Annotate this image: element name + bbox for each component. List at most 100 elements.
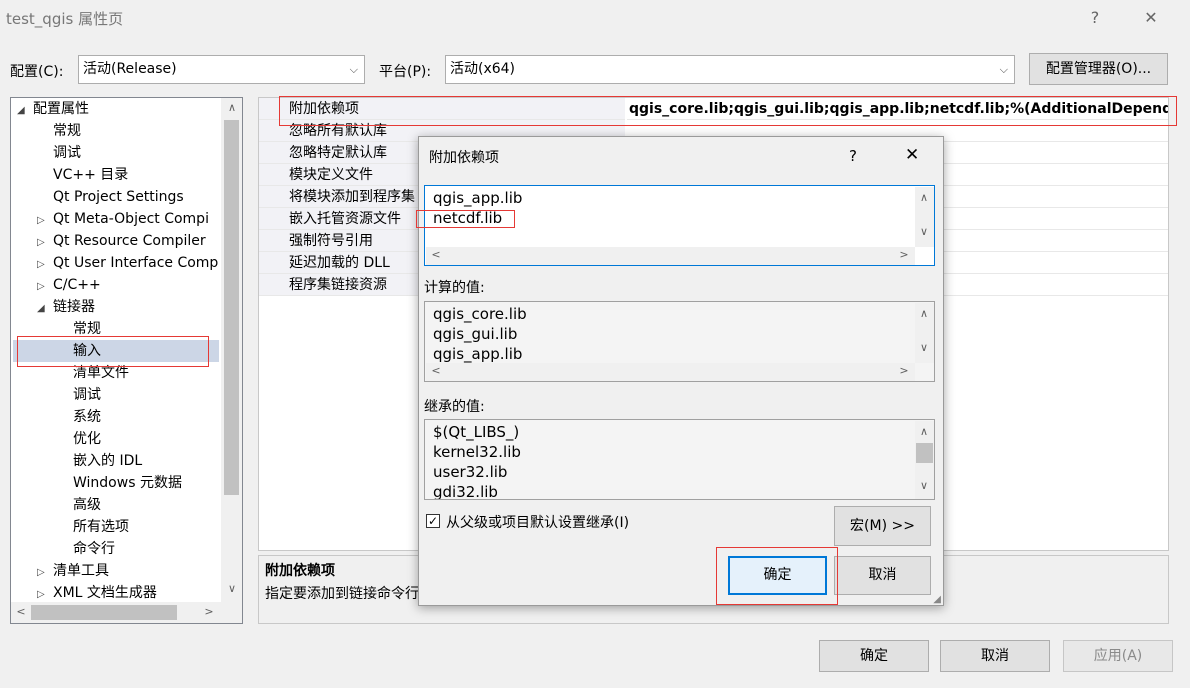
collapse-icon[interactable]: ◢: [37, 298, 53, 320]
chevron-up-icon[interactable]: ∧: [916, 425, 932, 438]
tree-item[interactable]: 优化: [57, 428, 101, 450]
tree-hscrollbar[interactable]: < >: [11, 602, 242, 623]
tree-vscrollbar[interactable]: ∧ ∨: [221, 98, 242, 602]
resize-grip-icon[interactable]: ◢: [933, 594, 941, 605]
computed-label: 计算的值:: [424, 280, 485, 296]
dialog-cancel-button[interactable]: 取消: [834, 556, 931, 595]
chevron-down-icon[interactable]: ∨: [916, 225, 932, 238]
expand-icon[interactable]: ▷: [37, 276, 53, 298]
inherited-label: 继承的值:: [424, 399, 485, 415]
tree-item[interactable]: ▷ Qt Meta-Object Compi: [37, 208, 209, 230]
inherit-checkbox[interactable]: ✓: [426, 514, 440, 528]
highlight-box: [17, 336, 209, 367]
tree-item[interactable]: 高级: [57, 494, 101, 516]
tree-item[interactable]: ▷ Qt User Interface Comp: [37, 252, 218, 274]
tree-item-label: 嵌入的 IDL: [73, 453, 143, 469]
config-manager-button[interactable]: 配置管理器(O)...: [1029, 53, 1168, 85]
tree-item[interactable]: 所有选项: [57, 516, 129, 538]
tree-item-label: 所有选项: [73, 519, 129, 535]
tree-item-label: Qt Project Settings: [53, 189, 184, 205]
expand-icon[interactable]: ▷: [37, 210, 53, 232]
tree-item-label: 常规: [73, 321, 101, 337]
scroll-thumb[interactable]: [31, 605, 177, 620]
ok-button[interactable]: 确定: [819, 640, 929, 672]
highlight-box: [279, 96, 1177, 126]
tree-item[interactable]: Windows 元数据: [57, 472, 182, 494]
tree-item-label: VC++ 目录: [53, 167, 129, 183]
tree-item-label: Qt User Interface Comp: [53, 255, 219, 271]
chevron-right-icon[interactable]: >: [201, 605, 217, 618]
macro-button[interactable]: 宏(M) >>: [834, 506, 931, 546]
edit-hscrollbar[interactable]: < >: [426, 247, 915, 265]
window-title: test_qgis 属性页: [6, 10, 124, 28]
platform-label: 平台(P):: [379, 64, 432, 80]
tree-item-label: C/C++: [53, 277, 101, 293]
platform-value: 活动(x64): [450, 61, 516, 77]
tree-item[interactable]: ▷ C/C++: [37, 274, 101, 296]
tree-item[interactable]: 命令行: [57, 538, 115, 560]
additional-dependencies-dialog: 附加依赖项 ? ✕ qgis_app.lib netcdf.lib ∧ ∨ < …: [416, 136, 944, 606]
inherited-line: user32.lib: [433, 463, 508, 481]
inherited-line: $(Qt_LIBS_): [433, 423, 520, 441]
chevron-right-icon[interactable]: >: [896, 364, 912, 377]
expand-icon[interactable]: ▷: [37, 254, 53, 276]
tree-item-label: 清单文件: [73, 365, 129, 381]
platform-select[interactable]: 活动(x64) ⌵: [445, 55, 1015, 84]
dialog-title: 附加依赖项: [429, 150, 499, 166]
tree-item[interactable]: ◢ 配置属性: [17, 98, 89, 120]
inherited-values-box[interactable]: $(Qt_LIBS_) kernel32.lib user32.lib gdi3…: [424, 419, 935, 500]
tree-item[interactable]: 调试: [57, 384, 101, 406]
tree-item-label: Qt Meta-Object Compi: [53, 211, 209, 227]
tree-item[interactable]: ◢ 链接器: [37, 296, 95, 318]
close-icon[interactable]: ✕: [905, 145, 919, 165]
inherited-line: gdi32.lib: [433, 483, 498, 500]
chevron-up-icon[interactable]: ∧: [916, 307, 932, 320]
chevron-up-icon[interactable]: ∧: [916, 191, 932, 204]
computed-line: qgis_app.lib: [433, 345, 523, 363]
config-select[interactable]: 活动(Release) ⌵: [78, 55, 365, 84]
chevron-up-icon[interactable]: ∧: [224, 101, 240, 114]
tree-item[interactable]: ▷ Qt Resource Compiler: [37, 230, 206, 252]
expand-icon[interactable]: ▷: [37, 562, 53, 584]
tree-item-label: Qt Resource Compiler: [53, 233, 206, 249]
tree-item-label: 调试: [53, 145, 81, 161]
tree-item[interactable]: Qt Project Settings: [37, 186, 184, 208]
chevron-left-icon[interactable]: <: [13, 605, 29, 618]
computed-hscrollbar[interactable]: < >: [426, 363, 915, 381]
scroll-thumb[interactable]: [916, 443, 933, 463]
tree-item[interactable]: VC++ 目录: [37, 164, 128, 186]
edit-vscrollbar[interactable]: ∧ ∨: [915, 187, 934, 247]
tree-item[interactable]: 常规: [37, 120, 81, 142]
chevron-left-icon[interactable]: <: [428, 248, 444, 261]
computed-vscrollbar[interactable]: ∧ ∨: [915, 303, 934, 363]
tree-item[interactable]: 系统: [57, 406, 101, 428]
cancel-button[interactable]: 取消: [940, 640, 1050, 672]
config-label: 配置(C):: [10, 64, 64, 80]
tree-item-label: XML 文档生成器: [53, 585, 157, 601]
tree-item-label: 系统: [73, 409, 101, 425]
tree-item[interactable]: 嵌入的 IDL: [57, 450, 142, 472]
chevron-right-icon[interactable]: >: [896, 248, 912, 261]
tree-item-label: 高级: [73, 497, 101, 513]
apply-button[interactable]: 应用(A): [1063, 640, 1173, 672]
chevron-down-icon[interactable]: ∨: [224, 582, 240, 595]
inherit-checkbox-label[interactable]: 从父级或项目默认设置继承(I): [446, 512, 629, 532]
chevron-down-icon[interactable]: ∨: [916, 341, 932, 354]
scroll-thumb[interactable]: [224, 120, 239, 495]
tree-item[interactable]: ▷ 清单工具: [37, 560, 109, 582]
description-text: 指定要添加到链接命令行: [265, 586, 419, 602]
chevron-left-icon[interactable]: <: [428, 364, 444, 377]
tree-item-label: 清单工具: [53, 563, 109, 579]
close-icon[interactable]: ✕: [1139, 6, 1163, 30]
config-value: 活动(Release): [83, 61, 177, 77]
collapse-icon[interactable]: ◢: [17, 100, 33, 122]
inherited-line: kernel32.lib: [433, 443, 521, 461]
chevron-down-icon[interactable]: ∨: [916, 479, 932, 492]
help-icon[interactable]: ?: [1083, 6, 1107, 30]
expand-icon[interactable]: ▷: [37, 232, 53, 254]
help-icon[interactable]: ?: [849, 147, 857, 165]
tree-item[interactable]: 调试: [37, 142, 81, 164]
computed-values-box[interactable]: qgis_core.lib qgis_gui.lib qgis_app.lib …: [424, 301, 935, 382]
inherited-vscrollbar[interactable]: ∧ ∨: [915, 421, 934, 499]
tree-item[interactable]: ▷ XML 文档生成器: [37, 582, 157, 604]
